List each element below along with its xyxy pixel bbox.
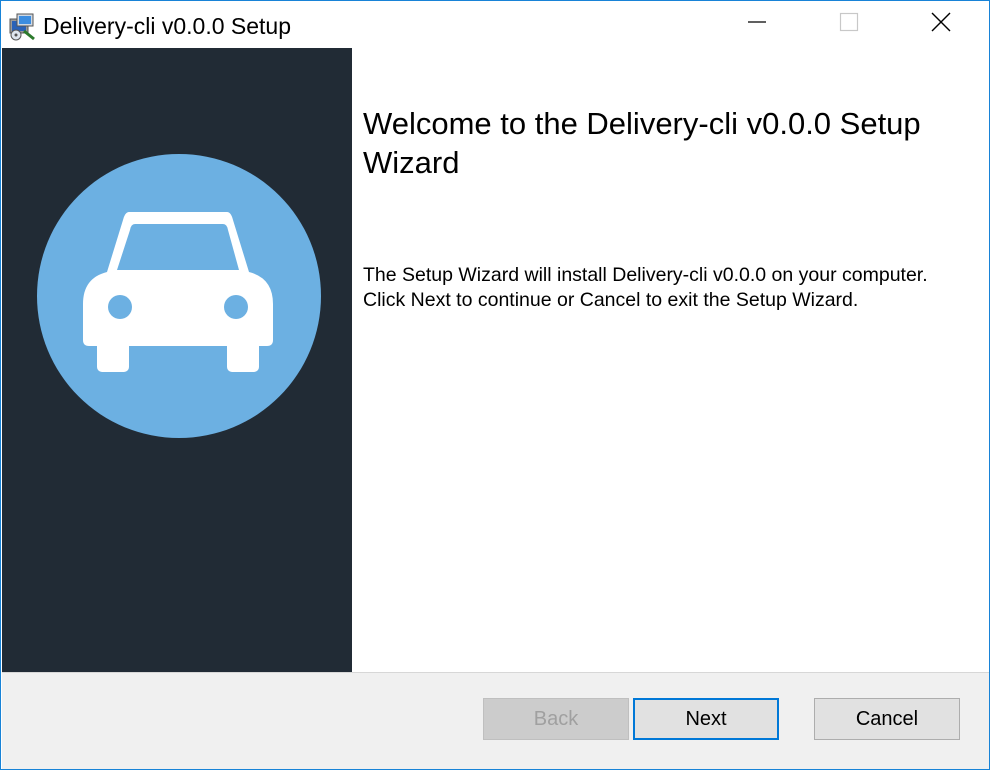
setup-window: Delivery-cli v0.0.0 Setup Welcome to the… [0, 0, 990, 770]
cancel-button[interactable]: Cancel [814, 698, 960, 740]
window-title: Delivery-cli v0.0.0 Setup [43, 13, 291, 39]
button-bar: Back Next Cancel [2, 673, 989, 769]
car-icon [37, 154, 321, 438]
maximize-icon [839, 12, 859, 37]
wizard-description: The Setup Wizard will install Delivery-c… [363, 264, 928, 311]
wizard-content: Welcome to the Delivery-cli v0.0.0 Setup… [352, 48, 989, 672]
back-button[interactable]: Back [483, 698, 629, 740]
page-title: Welcome to the Delivery-cli v0.0.0 Setup… [363, 106, 921, 180]
next-button[interactable]: Next [633, 698, 779, 740]
wizard-banner [2, 48, 352, 672]
close-button[interactable] [895, 1, 987, 48]
title-bar[interactable]: Delivery-cli v0.0.0 Setup [1, 1, 989, 48]
installer-icon [7, 11, 37, 41]
minimize-icon [747, 12, 767, 37]
maximize-button[interactable] [803, 1, 895, 48]
minimize-button[interactable] [711, 1, 803, 48]
close-icon [931, 12, 951, 37]
